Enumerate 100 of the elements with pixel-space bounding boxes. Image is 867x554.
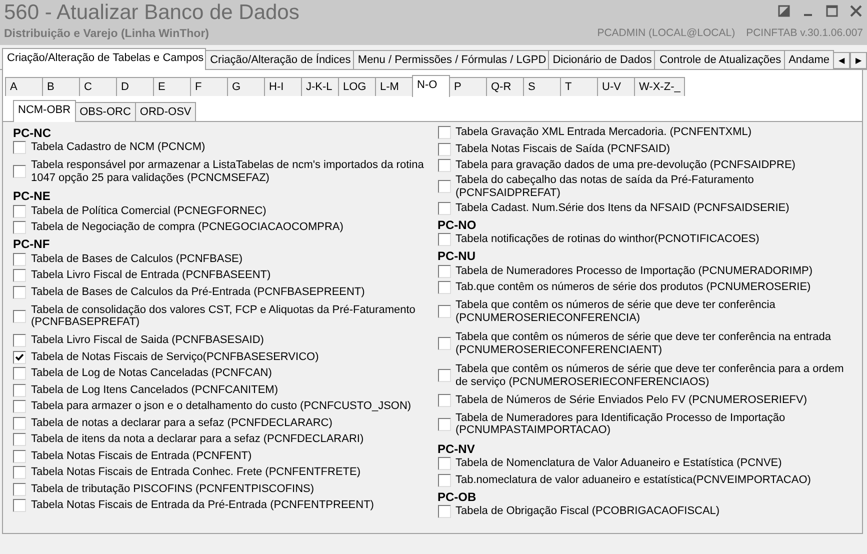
checkbox[interactable] [13, 334, 26, 347]
group-heading: PC-NV [438, 442, 476, 456]
checkbox[interactable] [438, 281, 450, 294]
checkbox[interactable] [13, 367, 26, 380]
tab[interactable]: W-X-Z-_ [634, 76, 686, 96]
checkbox[interactable] [13, 350, 26, 364]
checkbox-label: Tabela responsável por armazenar a ListaTabelas de ncm's importados da rotina 1047 opção 25 para validações (PCNCMSEFAZ) [31, 159, 425, 184]
checkbox[interactable] [13, 141, 26, 154]
checkbox-label: Tabela para armazer o json e o detalhamento do custo (PCNFCUSTO_JSON) [31, 400, 412, 413]
tab[interactable]: B [42, 76, 80, 96]
checkbox-label: Tabela para gravação dados de uma pre-devolução (PCNFSAIDPRE) [456, 159, 796, 172]
pin-icon[interactable] [777, 4, 791, 18]
tab[interactable]: NCM-OBR [13, 100, 76, 122]
checkbox-label: Tabela de tributação PISCOFINS (PCNFENTPISCOFINS) [31, 482, 314, 496]
tab[interactable]: L-M [375, 76, 413, 96]
checkbox[interactable] [13, 416, 26, 430]
checkbox-label: Tabela de consolidação dos valores CST, FCP e Aliquotas da Pré-Faturamento (PCNFBASEPREFAT) [31, 304, 416, 329]
checkbox-label: Tabela Gravação XML Entrada Mercadoria. (PCNFENTXML) [456, 126, 752, 139]
checkbox[interactable] [438, 159, 450, 172]
tab[interactable]: OBS-ORC [74, 102, 136, 121]
checkbox-label: Tabela Cadast. Num.Série dos Itens da NFSAID (PCNFSAIDSERIE) [456, 202, 790, 214]
scroll-left-button[interactable]: ◀ [833, 52, 850, 69]
window-subtitle: Distribuição e Varejo (Linha WinThor) [4, 27, 210, 42]
checkbox[interactable] [13, 499, 26, 512]
checkbox[interactable] [438, 394, 450, 406]
checkbox-label: Tabela Notas Fiscais de Saída (PCNFSAID) [456, 142, 670, 156]
user-label: PCADMIN (LOCAL@LOCAL) [597, 26, 736, 41]
maximize-icon[interactable] [825, 4, 839, 18]
checkbox-label: Tabela de Bases de Calculos da Pré-Entrada (PCNFBASEPREENT) [31, 286, 365, 298]
checkbox[interactable] [438, 369, 450, 382]
checkbox-label: Tabela Cadastro de NCM (PCNCM) [31, 141, 206, 154]
checkbox[interactable] [438, 202, 450, 214]
tab[interactable]: Criação/Alteração de Tabelas e Campos [2, 48, 206, 70]
tab[interactable]: T [560, 76, 598, 96]
checkbox[interactable] [438, 505, 450, 518]
checkbox[interactable] [13, 400, 26, 413]
tab[interactable]: J-K-L [301, 76, 339, 96]
checkbox-label: Tabela Notas Fiscais de Entrada Conhec. Frete (PCNFENTFRETE) [31, 466, 361, 479]
tab[interactable]: LOG [338, 76, 376, 96]
checkbox[interactable] [438, 180, 450, 194]
checkbox-label: Tabela de Log Itens Cancelados (PCNFCANITEM) [31, 384, 278, 396]
group-heading: PC-OB [438, 490, 478, 504]
checkbox[interactable] [438, 142, 450, 156]
checkbox[interactable] [438, 418, 450, 431]
checkbox[interactable] [13, 165, 26, 178]
checkbox[interactable] [13, 252, 26, 266]
checkbox-label: Tabela Notas Fiscais de Entrada da Pré-Entrada (PCNFENTPREENT) [31, 499, 374, 512]
checkbox-label: Tab.nomeclatura de valor aduaneiro e estatística(PCNVEIMPORTACAO) [456, 474, 811, 486]
tab[interactable]: Q-R [486, 76, 524, 96]
checkbox-label: Tabela de Números de Série Enviados Pelo FV (PCNUMEROSERIEFV) [456, 394, 808, 406]
tab[interactable]: S [523, 76, 561, 96]
checkbox-label: Tabela Livro Fiscal de Saida (PCNFBASESAID) [31, 334, 264, 347]
group-heading: PC-NU [438, 249, 476, 264]
checkbox[interactable] [438, 305, 450, 318]
tab[interactable]: F [190, 76, 228, 96]
checkbox[interactable] [13, 384, 26, 396]
checkbox[interactable] [438, 457, 450, 470]
checkbox[interactable] [13, 450, 26, 462]
checkbox[interactable] [438, 474, 450, 486]
checkbox-label: Tabela de Nomenclatura de Valor Aduaneiro e Estatística (PCNVE) [456, 457, 782, 470]
tab[interactable]: H-I [264, 76, 302, 96]
close-icon[interactable] [849, 4, 863, 18]
tab[interactable]: G [227, 76, 265, 96]
checkbox[interactable] [13, 466, 26, 479]
checkbox[interactable] [13, 310, 26, 323]
tab[interactable]: U-V [597, 76, 635, 96]
checkbox-label: Tabela que contêm os números de série que deve ter conferência (PCNUMEROSERIECONFERENCIA) [456, 299, 776, 324]
checkbox[interactable] [438, 233, 450, 246]
checkbox[interactable] [13, 433, 26, 446]
checkbox-label: Tabela que contêm os números de série que deve ter conferência na entrada (PCNUMEROSERIECONFERENCIAENT) [456, 331, 832, 356]
window-title: 560 - Atualizar Banco de Dados [4, 0, 300, 26]
group-heading: PC-NO [438, 218, 478, 232]
checkbox[interactable] [13, 221, 26, 234]
checkbox[interactable] [13, 204, 26, 218]
checkbox[interactable] [13, 482, 26, 496]
tab[interactable]: D [116, 76, 154, 96]
tab[interactable]: E [153, 76, 191, 96]
checkbox-label: Tabela Notas Fiscais de Entrada (PCNFENT) [31, 450, 252, 462]
checkbox-label: Tabela que contêm os números de série que deve ter conferência para a ordem de serviço (PCNUMEROSERIECONFERENCIAOS) [456, 363, 845, 388]
checkbox-label: Tabela de Numeradores para Identificação Processo de Importação (PCNUMPASTAIMPORTACAO) [456, 412, 786, 437]
checkbox[interactable] [438, 337, 450, 350]
tab[interactable]: N-O [412, 74, 450, 97]
tab[interactable]: C [79, 76, 117, 96]
checkbox-label: Tabela Livro Fiscal de Entrada (PCNFBASEENT) [31, 269, 271, 282]
tab[interactable]: P [449, 76, 487, 96]
scroll-right-button[interactable]: ▶ [850, 52, 867, 69]
module-label: PCINFTAB v.30.1.06.007 [746, 26, 863, 41]
checkbox[interactable] [13, 269, 26, 282]
group-heading: PC-NF [13, 237, 51, 252]
checkbox-label: Tabela notificações de rotinas do winthor(PCNOTIFICACOES) [456, 233, 760, 246]
checkbox-label: Tabela de Notas Fiscais de Serviço(PCNFBASESERVICO) [31, 350, 319, 364]
checkbox[interactable] [438, 264, 450, 278]
tab[interactable]: A [5, 76, 43, 96]
tab[interactable]: ORD-OSV [134, 102, 196, 121]
checkbox-label: Tabela de Numeradores Processo de Importação (PCNUMERADORIMP) [456, 264, 813, 278]
checkbox-label: Tabela de Negociação de compra (PCNEGOCIACAOCOMPRA) [31, 221, 344, 234]
checkbox[interactable] [13, 286, 26, 298]
checkbox[interactable] [438, 126, 450, 139]
checkbox-label: Tabela de Política Comercial (PCNEGFORNEC) [31, 204, 266, 218]
checkbox-label: Tabela de itens da nota a declarar para a sefaz (PCNFDECLARARI) [31, 433, 364, 446]
